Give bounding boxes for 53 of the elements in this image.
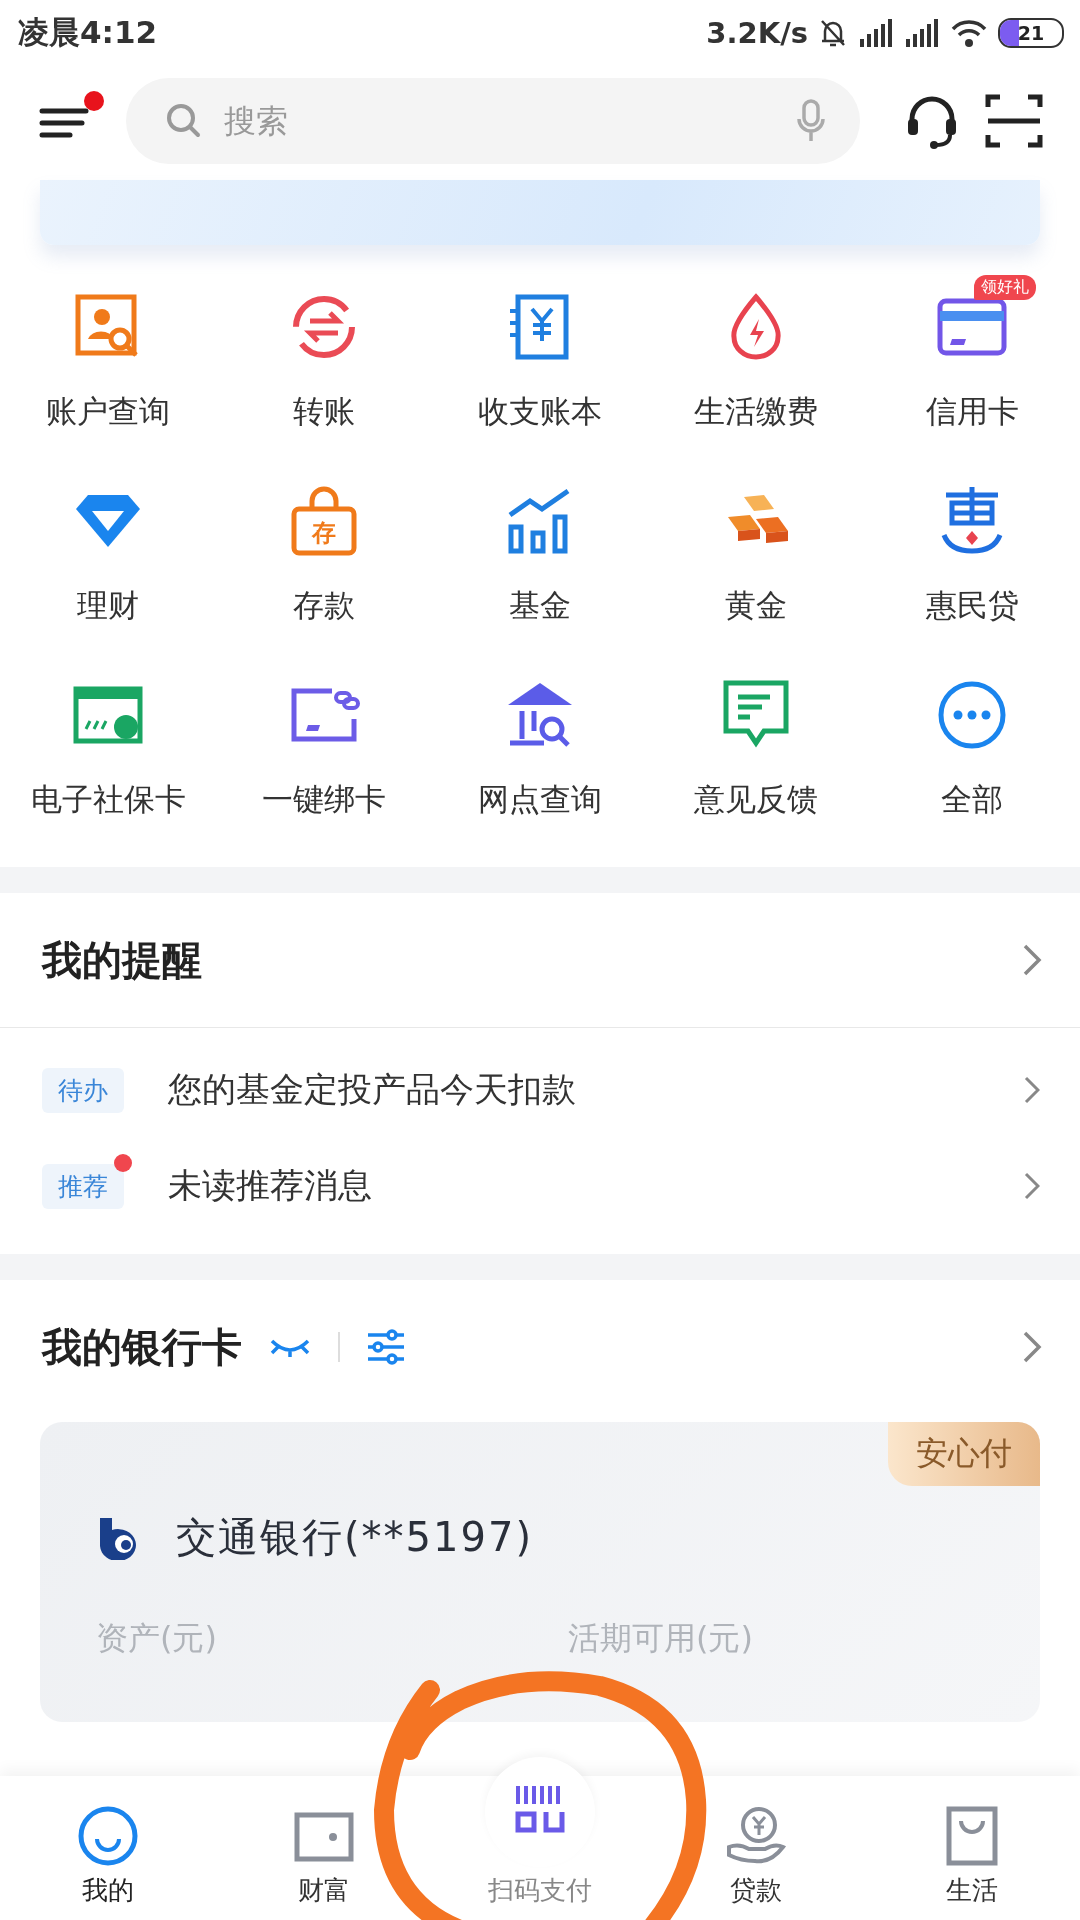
transfer-icon <box>290 293 358 361</box>
balance-label: 活期可用(元) <box>568 1618 754 1659</box>
chevron-right-icon <box>1024 1172 1040 1200</box>
service-item[interactable]: 意见反馈 <box>648 657 864 821</box>
section-title: 我的银行卡 <box>42 1322 242 1372</box>
social-security-card-icon <box>72 685 144 745</box>
chevron-right-icon[interactable] <box>1022 943 1042 977</box>
service-item[interactable]: 存 存款 <box>216 463 432 627</box>
service-item[interactable]: 全部 <box>864 657 1080 821</box>
secure-pay-badge: 安心付 <box>888 1422 1040 1486</box>
balance-label: 资产(元) <box>96 1618 218 1659</box>
more-icon <box>936 679 1008 751</box>
service-item[interactable]: 转账 <box>216 269 432 433</box>
nav-tab[interactable]: 贷款 <box>648 1776 864 1920</box>
chevron-right-icon <box>1024 1076 1040 1104</box>
service-item[interactable]: 领好礼 信用卡 <box>864 269 1080 433</box>
section-title: 我的提醒 <box>42 935 202 985</box>
bank-name: 交通银行(**5197) <box>176 1513 533 1562</box>
status-time: 凌晨4:12 <box>18 13 158 52</box>
reminder-text: 未读推荐消息 <box>168 1164 373 1207</box>
credit-card-icon <box>936 297 1008 357</box>
network-speed: 3.2K/s <box>706 16 808 50</box>
chevron-right-icon[interactable] <box>1022 1330 1042 1364</box>
reminder-row[interactable]: 待办 您的基金定投产品今天扣款 <box>0 1042 1080 1138</box>
search-bar[interactable]: 搜索 <box>126 78 860 164</box>
service-item[interactable]: 黄金 <box>648 463 864 627</box>
service-item[interactable]: 电子社保卡 <box>0 657 216 821</box>
reminder-tag: 推荐 <box>42 1163 124 1209</box>
service-item[interactable]: 生活缴费 <box>648 269 864 433</box>
reminder-row[interactable]: 推荐 未读推荐消息 <box>0 1138 1080 1234</box>
reminder-text: 您的基金定投产品今天扣款 <box>168 1068 577 1111</box>
nav-tab[interactable]: 生活 <box>864 1776 1080 1920</box>
service-item[interactable]: 账户查询 <box>0 269 216 433</box>
reminder-tag: 待办 <box>42 1067 124 1113</box>
service-item[interactable]: 收支账本 <box>432 269 648 433</box>
search-input[interactable]: 搜索 <box>222 101 778 141</box>
service-item[interactable]: 理财 <box>0 463 216 627</box>
wifi-icon <box>950 18 988 48</box>
nav-tab[interactable]: 我的 <box>0 1776 216 1920</box>
service-item[interactable]: 一键绑卡 <box>216 657 432 821</box>
service-item[interactable]: 网点查询 <box>432 657 648 821</box>
gift-badge: 领好礼 <box>974 275 1036 300</box>
battery-icon: 21 <box>998 18 1064 48</box>
signal-icon <box>858 19 894 47</box>
service-item[interactable]: 基金 <box>432 463 648 627</box>
microphone-icon[interactable] <box>796 99 826 143</box>
smile-icon <box>77 1805 139 1867</box>
nav-tab[interactable]: 财富 <box>216 1776 432 1920</box>
bank-card[interactable]: 安心付 交通银行(**5197) 资产(元) 活期可用(元) <box>40 1422 1040 1722</box>
service-item[interactable]: 惠民贷 <box>864 463 1080 627</box>
signal-icon <box>904 19 940 47</box>
sliders-icon[interactable] <box>366 1329 406 1365</box>
nav-tab[interactable]: 扫码支付 <box>432 1736 648 1920</box>
